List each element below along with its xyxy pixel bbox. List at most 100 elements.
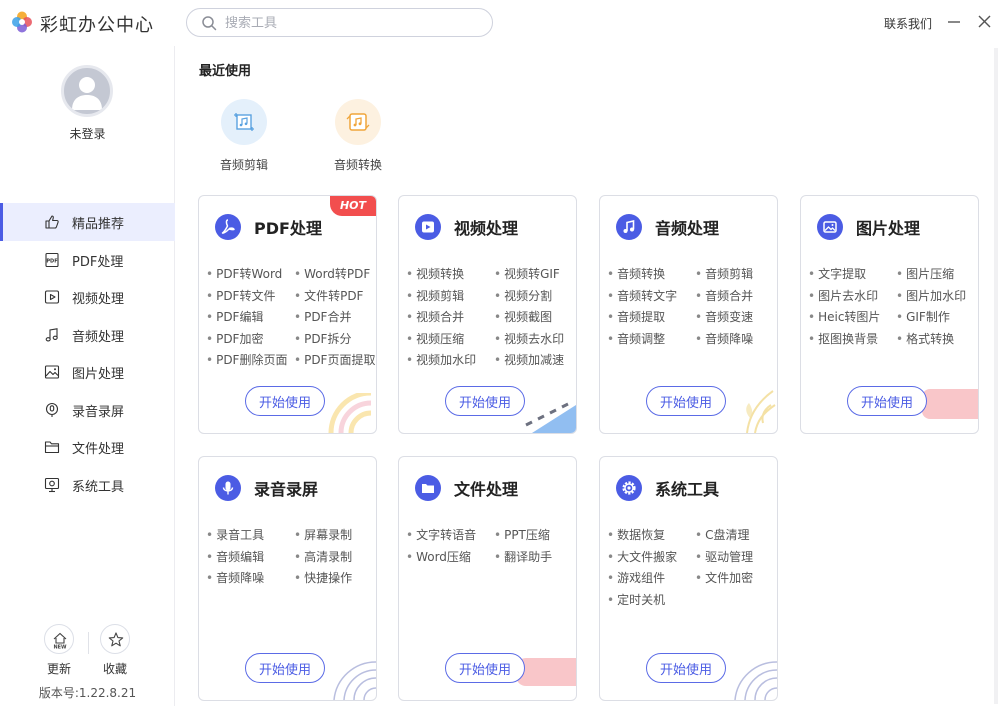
feature-item[interactable]: 高清录制 bbox=[294, 548, 376, 570]
feature-item[interactable]: PDF加密 bbox=[206, 330, 296, 352]
avatar[interactable] bbox=[61, 65, 113, 117]
card-header: 系统工具 bbox=[616, 475, 719, 501]
card-pdf[interactable]: HOT PDF处理 PDF转Word PDF转文件 PDF编辑 PDF加密 PD… bbox=[198, 195, 377, 434]
feature-item[interactable]: 抠图换背景 bbox=[808, 330, 898, 352]
feature-item[interactable]: PDF合并 bbox=[294, 308, 376, 330]
update-button[interactable]: NEW 更新 bbox=[34, 624, 84, 677]
feature-item[interactable]: 音频降噪 bbox=[695, 330, 777, 352]
feature-item[interactable]: 游戏组件 bbox=[607, 569, 697, 591]
card-image[interactable]: 图片处理 文字提取 图片去水印 Heic转图片 抠图换背景 图片压缩 图片加水印… bbox=[800, 195, 979, 434]
feature-item[interactable]: 音频合并 bbox=[695, 287, 777, 309]
feature-item[interactable]: 视频剪辑 bbox=[406, 287, 496, 309]
favorite-button[interactable]: 收藏 bbox=[90, 624, 140, 677]
minimize-icon[interactable] bbox=[945, 12, 963, 32]
feature-item[interactable]: 音频变速 bbox=[695, 308, 777, 330]
sidebar-item-audio[interactable]: 音频处理 bbox=[0, 316, 175, 354]
feature-item[interactable]: 视频转换 bbox=[406, 265, 496, 287]
login-status[interactable]: 未登录 bbox=[0, 125, 175, 142]
card-recording[interactable]: 录音录屏 录音工具 音频编辑 音频降噪 屏幕录制 高清录制 快捷操作 开始使用 bbox=[198, 456, 377, 701]
favorite-circle bbox=[100, 624, 130, 654]
start-button[interactable]: 开始使用 bbox=[245, 653, 325, 683]
feature-item[interactable]: 视频去水印 bbox=[494, 330, 576, 352]
start-button[interactable]: 开始使用 bbox=[445, 653, 525, 683]
card-system[interactable]: 系统工具 数据恢复 大文件搬家 游戏组件 定时关机 C盘清理 驱动管理 文件加密… bbox=[599, 456, 778, 701]
scrollbar[interactable] bbox=[994, 48, 998, 704]
wave-decoration bbox=[734, 661, 777, 700]
feature-item[interactable]: 音频转文字 bbox=[607, 287, 697, 309]
recent-item-audio-convert[interactable]: 音频转换 bbox=[318, 99, 398, 173]
sidebar-item-recording[interactable]: 录音录屏 bbox=[0, 391, 175, 429]
feature-item[interactable]: 视频分割 bbox=[494, 287, 576, 309]
feature-item[interactable]: 文件转PDF bbox=[294, 287, 376, 309]
feature-item[interactable]: PDF编辑 bbox=[206, 308, 296, 330]
sidebar-item-video[interactable]: 视频处理 bbox=[0, 278, 175, 316]
feature-item[interactable]: 音频转换 bbox=[607, 265, 697, 287]
search-box[interactable] bbox=[186, 8, 493, 37]
card-file[interactable]: 文件处理 文字转语音 Word压缩 PPT压缩 翻译助手 开始使用 bbox=[398, 456, 577, 701]
feature-item[interactable]: PDF转文件 bbox=[206, 287, 296, 309]
feature-item[interactable]: 录音工具 bbox=[206, 526, 296, 548]
recent-icon-bg bbox=[221, 99, 267, 145]
start-button[interactable]: 开始使用 bbox=[445, 386, 525, 416]
feature-item[interactable]: 视频加减速 bbox=[494, 351, 576, 373]
feature-item[interactable]: 音频调整 bbox=[607, 330, 697, 352]
card-audio[interactable]: 音频处理 音频转换 音频转文字 音频提取 音频调整 音频剪辑 音频合并 音频变速… bbox=[599, 195, 778, 434]
recent-item-audio-cut[interactable]: 音频剪辑 bbox=[204, 99, 284, 173]
wave-decoration bbox=[333, 661, 376, 700]
feature-item[interactable]: 文件加密 bbox=[695, 569, 777, 591]
card-video[interactable]: 视频处理 视频转换 视频剪辑 视频合并 视频压缩 视频加水印 视频转GIF 视频… bbox=[398, 195, 577, 434]
feature-item[interactable]: PDF拆分 bbox=[294, 330, 376, 352]
feature-item[interactable]: 文字提取 bbox=[808, 265, 898, 287]
start-button[interactable]: 开始使用 bbox=[646, 653, 726, 683]
feature-item[interactable]: 翻译助手 bbox=[494, 548, 576, 570]
video-icon bbox=[44, 290, 60, 304]
feature-item[interactable]: GIF制作 bbox=[896, 308, 978, 330]
pdf-icon bbox=[215, 214, 241, 240]
sidebar-item-pdf[interactable]: PDF PDF处理 bbox=[0, 241, 175, 279]
feature-item[interactable]: 图片压缩 bbox=[896, 265, 978, 287]
feature-item[interactable]: 图片去水印 bbox=[808, 287, 898, 309]
feature-item[interactable]: C盘清理 bbox=[695, 526, 777, 548]
feature-item[interactable]: Heic转图片 bbox=[808, 308, 898, 330]
sidebar-item-image[interactable]: 图片处理 bbox=[0, 353, 175, 391]
sidebar-item-system[interactable]: 系统工具 bbox=[0, 466, 175, 504]
feature-item[interactable]: 定时关机 bbox=[607, 591, 697, 613]
sidebar-item-label: 录音录屏 bbox=[72, 404, 125, 420]
feature-item[interactable]: 快捷操作 bbox=[294, 569, 376, 591]
feature-item[interactable]: 音频剪辑 bbox=[695, 265, 777, 287]
feature-item[interactable]: Word转PDF bbox=[294, 265, 376, 287]
contact-us-link[interactable]: 联系我们 bbox=[884, 15, 932, 32]
rainbow-decoration bbox=[328, 393, 372, 433]
search-input[interactable] bbox=[225, 12, 475, 34]
feature-item[interactable]: 格式转换 bbox=[896, 330, 978, 352]
card-title: 系统工具 bbox=[655, 480, 720, 499]
feature-item[interactable]: 驱动管理 bbox=[695, 548, 777, 570]
feature-item[interactable]: PPT压缩 bbox=[494, 526, 576, 548]
feature-item[interactable]: 音频编辑 bbox=[206, 548, 296, 570]
feature-item[interactable]: 图片加水印 bbox=[896, 287, 978, 309]
feature-item[interactable]: Word压缩 bbox=[406, 548, 496, 570]
feature-item[interactable]: 大文件搬家 bbox=[607, 548, 697, 570]
feature-item[interactable]: 视频加水印 bbox=[406, 351, 496, 373]
feature-item[interactable]: 视频截图 bbox=[494, 308, 576, 330]
feature-item[interactable]: PDF页面提取 bbox=[294, 351, 376, 373]
feature-list-right: C盘清理 驱动管理 文件加密 bbox=[695, 526, 777, 591]
sidebar-item-featured[interactable]: 精品推荐 bbox=[0, 203, 175, 241]
feature-item[interactable]: 视频压缩 bbox=[406, 330, 496, 352]
main-content: 最近使用 音频剪辑 音频转换 HOT PDF处理 • PDF转Word • PD… bbox=[176, 46, 1000, 706]
feature-item[interactable]: 视频合并 bbox=[406, 308, 496, 330]
feature-item[interactable]: 数据恢复 bbox=[607, 526, 697, 548]
card-header: 录音录屏 bbox=[215, 475, 318, 501]
start-button[interactable]: 开始使用 bbox=[646, 386, 726, 416]
close-icon[interactable] bbox=[975, 12, 993, 32]
feature-item[interactable]: 音频降噪 bbox=[206, 569, 296, 591]
feature-item[interactable]: 音频提取 bbox=[607, 308, 697, 330]
feature-item[interactable]: 屏幕录制 bbox=[294, 526, 376, 548]
feature-item[interactable]: PDF删除页面 bbox=[206, 351, 296, 373]
sidebar-item-file[interactable]: 文件处理 bbox=[0, 428, 175, 466]
start-button[interactable]: 开始使用 bbox=[847, 386, 927, 416]
feature-item[interactable]: 文字转语音 bbox=[406, 526, 496, 548]
feature-item[interactable]: PDF转Word bbox=[206, 265, 296, 287]
feature-item[interactable]: 视频转GIF bbox=[494, 265, 576, 287]
start-button[interactable]: 开始使用 bbox=[245, 386, 325, 416]
